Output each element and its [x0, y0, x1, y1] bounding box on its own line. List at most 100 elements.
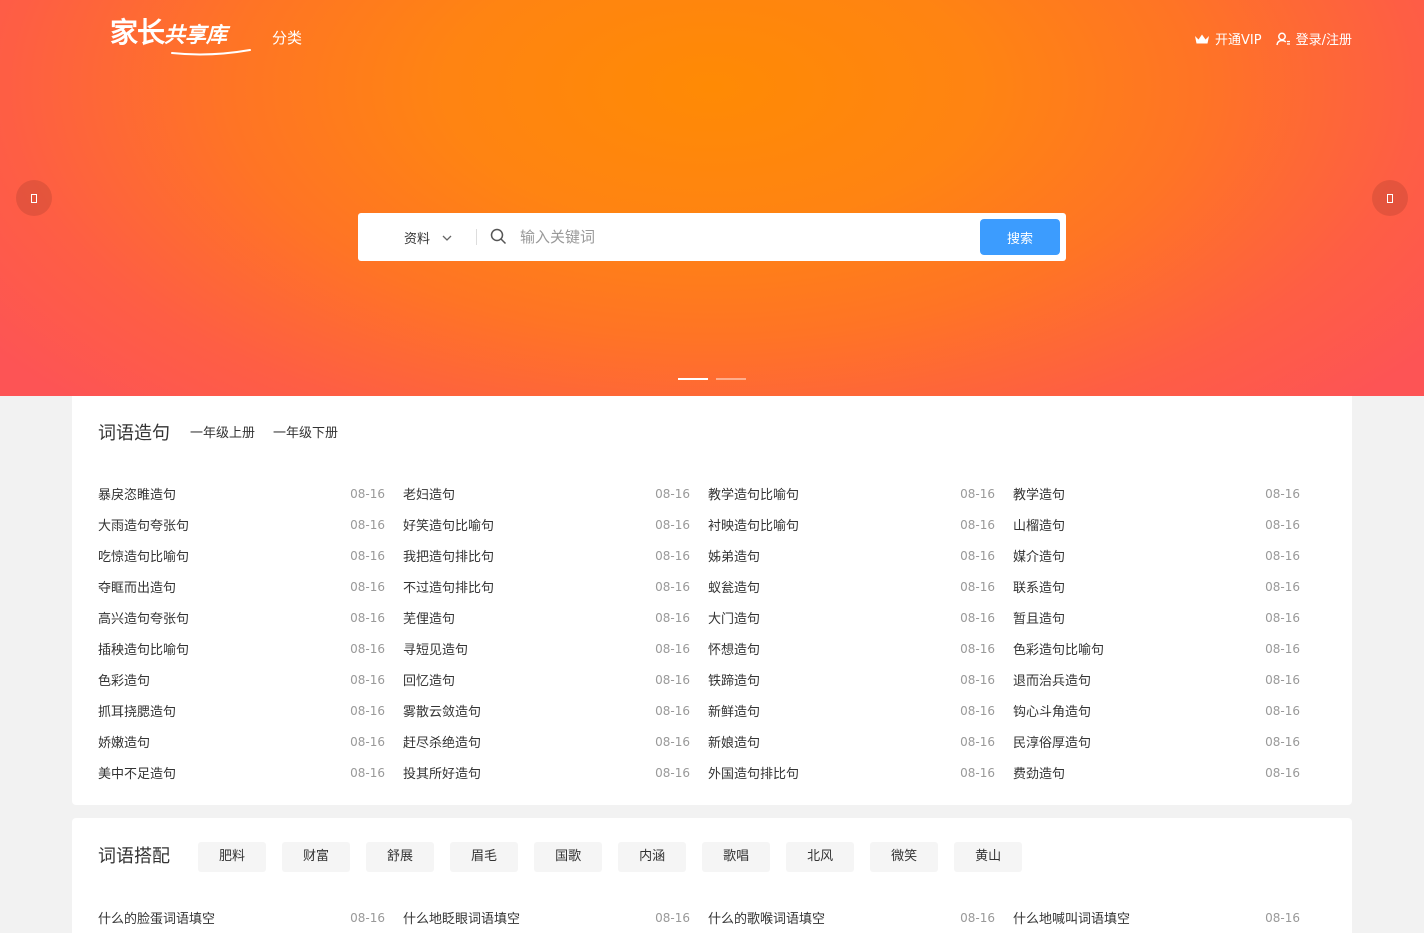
list-item-title[interactable]: 好笑造句比喻句 — [403, 515, 494, 534]
search-input[interactable] — [520, 225, 960, 249]
list-item-title[interactable]: 吃惊造句比喻句 — [98, 546, 189, 565]
list-item[interactable]: 好笑造句比喻句 08-16 — [403, 509, 708, 540]
list-item-title[interactable]: 教学造句 — [1013, 484, 1065, 503]
tag-item[interactable]: 眉毛 — [450, 842, 519, 872]
list-item-title[interactable]: 高兴造句夸张句 — [98, 608, 189, 627]
list-item-title[interactable]: 什么地眨眼词语填空 — [403, 908, 520, 927]
list-item-title[interactable]: 媒介造句 — [1013, 546, 1065, 565]
list-item[interactable]: 暂且造句 08-16 — [1013, 602, 1318, 633]
list-item[interactable]: 大雨造句夸张句 08-16 — [98, 509, 403, 540]
list-item[interactable]: 娇嫩造句 08-16 — [98, 726, 403, 757]
list-item-title[interactable]: 山榴造句 — [1013, 515, 1065, 534]
list-item-title[interactable]: 什么的脸蛋词语填空 — [98, 908, 215, 927]
list-item-title[interactable]: 寻短见造句 — [403, 639, 468, 658]
list-item-title[interactable]: 民淳俗厚造句 — [1013, 732, 1091, 751]
list-item[interactable]: 衬映造句比喻句 08-16 — [708, 509, 1013, 540]
tag-item[interactable]: 内涵 — [618, 842, 687, 872]
list-item-title[interactable]: 什么的歌喉词语填空 — [708, 908, 825, 927]
list-item[interactable]: 媒介造句 08-16 — [1013, 540, 1318, 571]
list-item[interactable]: 外国造句排比句 08-16 — [708, 757, 1013, 788]
list-item[interactable]: 大门造句 08-16 — [708, 602, 1013, 633]
open-vip-link[interactable]: 开通VIP — [1194, 29, 1262, 48]
nav-category-link[interactable]: 分类 — [272, 28, 302, 48]
carousel-next-button[interactable] — [1372, 180, 1408, 216]
list-item[interactable]: 抓耳挠腮造句 08-16 — [98, 695, 403, 726]
list-item-title[interactable]: 蚁瓮造句 — [708, 577, 760, 596]
list-item-title[interactable]: 芜俚造句 — [403, 608, 455, 627]
list-item-title[interactable]: 美中不足造句 — [98, 763, 176, 782]
list-item-title[interactable]: 教学造句比喻句 — [708, 484, 799, 503]
list-item[interactable]: 什么的歌喉词语填空 08-16 — [708, 902, 1013, 933]
list-item[interactable]: 美中不足造句 08-16 — [98, 757, 403, 788]
list-item[interactable]: 赶尽杀绝造句 08-16 — [403, 726, 708, 757]
list-item-title[interactable]: 我把造句排比句 — [403, 546, 494, 565]
list-item-title[interactable]: 暂且造句 — [1013, 608, 1065, 627]
list-item[interactable]: 教学造句 08-16 — [1013, 478, 1318, 509]
list-item-title[interactable]: 退而治兵造句 — [1013, 670, 1091, 689]
list-item[interactable]: 山榴造句 08-16 — [1013, 509, 1318, 540]
list-item-title[interactable]: 钩心斗角造句 — [1013, 701, 1091, 720]
tag-item[interactable]: 黄山 — [954, 842, 1023, 872]
list-item-title[interactable]: 雾散云敛造句 — [403, 701, 481, 720]
list-item-title[interactable]: 色彩造句 — [98, 670, 150, 689]
list-item[interactable]: 蚁瓮造句 08-16 — [708, 571, 1013, 602]
list-item-title[interactable]: 大雨造句夸张句 — [98, 515, 189, 534]
carousel-dot[interactable] — [716, 378, 746, 380]
list-item-title[interactable]: 插秧造句比喻句 — [98, 639, 189, 658]
list-item-title[interactable]: 夺眶而出造句 — [98, 577, 176, 596]
list-item[interactable]: 我把造句排比句 08-16 — [403, 540, 708, 571]
list-item-title[interactable]: 大门造句 — [708, 608, 760, 627]
list-item-title[interactable]: 老妇造句 — [403, 484, 455, 503]
list-item[interactable]: 回忆造句 08-16 — [403, 664, 708, 695]
list-item[interactable]: 新娘造句 08-16 — [708, 726, 1013, 757]
list-item[interactable]: 姊弟造句 08-16 — [708, 540, 1013, 571]
list-item[interactable]: 投其所好造句 08-16 — [403, 757, 708, 788]
list-item[interactable]: 怀想造句 08-16 — [708, 633, 1013, 664]
list-item[interactable]: 寻短见造句 08-16 — [403, 633, 708, 664]
list-item-title[interactable]: 怀想造句 — [708, 639, 760, 658]
list-item[interactable]: 老妇造句 08-16 — [403, 478, 708, 509]
list-item[interactable]: 钩心斗角造句 08-16 — [1013, 695, 1318, 726]
tag-item[interactable]: 微笑 — [870, 842, 939, 872]
tag-item[interactable]: 肥料 — [198, 842, 267, 872]
list-item[interactable]: 吃惊造句比喻句 08-16 — [98, 540, 403, 571]
tag-item[interactable]: 北风 — [786, 842, 855, 872]
list-item[interactable]: 高兴造句夸张句 08-16 — [98, 602, 403, 633]
list-item[interactable]: 色彩造句比喻句 08-16 — [1013, 633, 1318, 664]
tag-item[interactable]: 财富 — [282, 842, 351, 872]
list-item-title[interactable]: 新娘造句 — [708, 732, 760, 751]
list-item-title[interactable]: 回忆造句 — [403, 670, 455, 689]
list-item[interactable]: 新鲜造句 08-16 — [708, 695, 1013, 726]
list-item[interactable]: 退而治兵造句 08-16 — [1013, 664, 1318, 695]
list-item-title[interactable]: 抓耳挠腮造句 — [98, 701, 176, 720]
list-item[interactable]: 插秧造句比喻句 08-16 — [98, 633, 403, 664]
list-item-title[interactable]: 姊弟造句 — [708, 546, 760, 565]
list-item[interactable]: 夺眶而出造句 08-16 — [98, 571, 403, 602]
search-button[interactable]: 搜索 — [980, 219, 1060, 255]
carousel-dot[interactable] — [678, 378, 708, 380]
list-item-title[interactable]: 衬映造句比喻句 — [708, 515, 799, 534]
carousel-prev-button[interactable] — [16, 180, 52, 216]
list-item[interactable]: 铁蹄造句 08-16 — [708, 664, 1013, 695]
list-item-title[interactable]: 外国造句排比句 — [708, 763, 799, 782]
list-item[interactable]: 色彩造句 08-16 — [98, 664, 403, 695]
site-logo[interactable]: 家长 共享库 — [110, 16, 251, 56]
list-item[interactable]: 什么地喊叫词语填空 08-16 — [1013, 902, 1318, 933]
list-item[interactable]: 什么地眨眼词语填空 08-16 — [403, 902, 708, 933]
tab-grade1-second[interactable]: 一年级下册 — [273, 422, 338, 446]
list-item[interactable]: 雾散云敛造句 08-16 — [403, 695, 708, 726]
list-item[interactable]: 费劲造句 08-16 — [1013, 757, 1318, 788]
list-item[interactable]: 教学造句比喻句 08-16 — [708, 478, 1013, 509]
search-type-select[interactable]: 资料 — [404, 228, 452, 247]
list-item-title[interactable]: 铁蹄造句 — [708, 670, 760, 689]
list-item[interactable]: 联系造句 08-16 — [1013, 571, 1318, 602]
tag-item[interactable]: 国歌 — [534, 842, 603, 872]
list-item-title[interactable]: 投其所好造句 — [403, 763, 481, 782]
list-item-title[interactable]: 娇嫩造句 — [98, 732, 150, 751]
list-item-title[interactable]: 什么地喊叫词语填空 — [1013, 908, 1130, 927]
tab-grade1-first[interactable]: 一年级上册 — [190, 422, 255, 446]
list-item[interactable]: 不过造句排比句 08-16 — [403, 571, 708, 602]
list-item-title[interactable]: 费劲造句 — [1013, 763, 1065, 782]
list-item[interactable]: 民淳俗厚造句 08-16 — [1013, 726, 1318, 757]
list-item-title[interactable]: 赶尽杀绝造句 — [403, 732, 481, 751]
